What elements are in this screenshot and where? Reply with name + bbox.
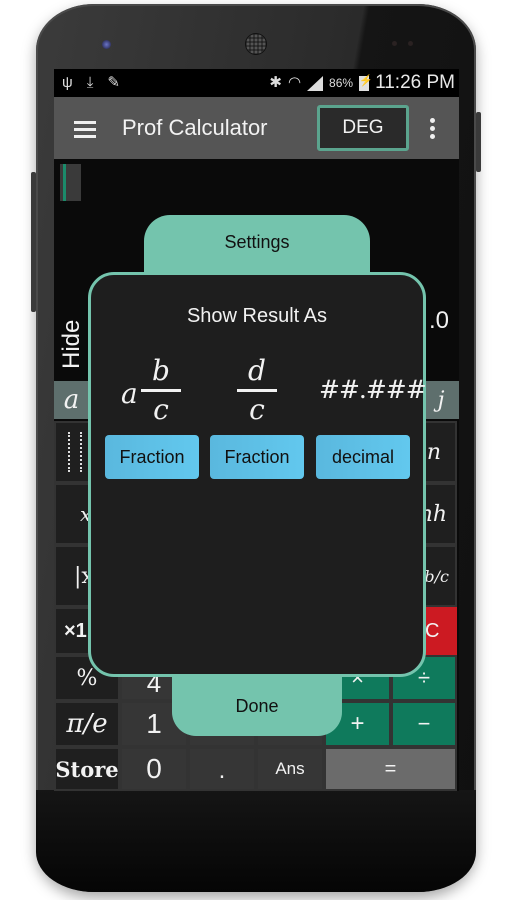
proximity-sensor [392, 41, 397, 46]
hamburger-menu-icon[interactable] [74, 121, 96, 138]
variable-a-button[interactable]: a [54, 381, 89, 419]
front-camera [102, 40, 111, 49]
preview-denominator: c [249, 392, 265, 426]
edit-icon: ✎ [107, 74, 120, 91]
key-decimal[interactable]: . [188, 747, 256, 791]
preview-numerator: b [152, 354, 170, 387]
dialog-title: Show Result As [186, 305, 328, 327]
overflow-menu-icon[interactable] [430, 118, 436, 142]
decimal-button[interactable]: decimal [316, 435, 410, 479]
earpiece-speaker [246, 34, 266, 54]
clock: 11:26 PM [375, 72, 455, 93]
bluetooth-icon: ✱ [269, 74, 282, 91]
volume-button [31, 172, 36, 312]
improper-fraction-button[interactable]: Fraction [210, 435, 304, 479]
fraction-bar [237, 389, 277, 392]
key-0[interactable]: 0 [120, 747, 188, 791]
wifi-icon: ◠ [287, 74, 302, 91]
battery-percent: 86% [329, 76, 354, 90]
hide-keypad-button[interactable]: Hide [58, 320, 86, 369]
pi-e-key[interactable]: π/e [54, 701, 120, 747]
store-key[interactable]: Store [54, 747, 120, 791]
result-display: .0 [428, 307, 449, 334]
phone-chin [36, 790, 476, 892]
fraction-template-icon [68, 432, 82, 472]
ans-key[interactable]: Ans [256, 747, 324, 791]
decimal-preview: ##.### [319, 375, 427, 404]
angle-mode-button[interactable]: DEG [317, 105, 409, 151]
preview-fraction: b c [141, 355, 181, 426]
equals-key[interactable]: = [324, 747, 457, 791]
app-bar: Prof Calculator DEG [54, 97, 459, 159]
mixed-fraction-button[interactable]: Fraction [105, 435, 199, 479]
app-title: Prof Calculator [122, 115, 268, 140]
preview-denominator: c [153, 392, 169, 426]
battery-charging-icon [359, 74, 373, 91]
light-sensor [408, 41, 413, 46]
preview-whole: a [121, 377, 138, 410]
status-bar: ψ ⤓ ✎ ✱ ◠ 86% 11:26 PM [54, 69, 459, 97]
preview-fraction: d c [237, 355, 277, 426]
variable-j-button[interactable]: j [425, 381, 457, 419]
done-button[interactable]: Done [172, 674, 342, 736]
input-cursor[interactable] [60, 164, 81, 201]
download-icon: ⤓ [86, 74, 94, 91]
fraction-bar [141, 389, 181, 392]
power-button [476, 112, 481, 172]
screen: ψ ⤓ ✎ ✱ ◠ 86% 11:26 PM Prof Calculator D… [54, 69, 459, 791]
preview-numerator: d [248, 354, 266, 387]
usb-icon: ψ [62, 74, 73, 91]
minus-key[interactable]: − [391, 701, 457, 747]
show-result-dialog: Show Result As a b c d c ##.### Fraction… [88, 272, 427, 677]
signal-icon [307, 75, 324, 91]
